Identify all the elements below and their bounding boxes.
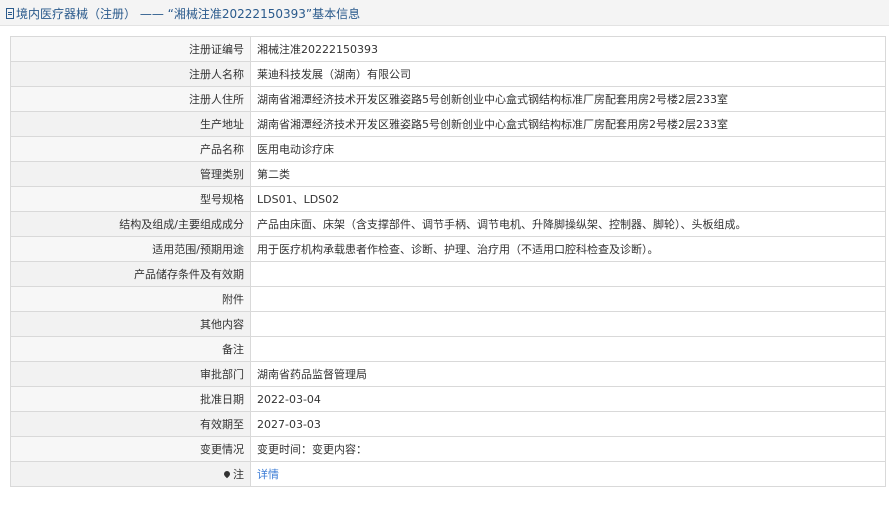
table-row: 注册人名称 莱迪科技发展（湖南）有限公司 (10, 61, 886, 87)
table-row: 结构及组成/主要组成成分 产品由床面、床架（含支撑部件、调节手柄、调节电机、升降脚… (10, 211, 886, 237)
field-value (250, 311, 886, 337)
table-row: 有效期至 2027-03-03 (10, 411, 886, 437)
field-value: 湖南省湘潭经济技术开发区雅姿路5号创新创业中心盒式钢结构标准厂房配套用房2号楼2… (250, 86, 886, 112)
breadcrumb-separator: —— (139, 7, 164, 21)
table-row: 其他内容 (10, 311, 886, 337)
field-value (250, 336, 886, 362)
field-label: 产品储存条件及有效期 (10, 261, 251, 287)
table-row: 备注 (10, 336, 886, 362)
field-label: 适用范围/预期用途 (10, 236, 251, 262)
note-label: 注 (233, 468, 244, 481)
table-row: 审批部门 湖南省药品监督管理局 (10, 361, 886, 387)
breadcrumb: 境内医疗器械（注册） —— “湘械注准20222150393”基本信息 (6, 5, 360, 22)
field-value: 产品由床面、床架（含支撑部件、调节手柄、调节电机、升降脚操纵架、控制器、脚轮）、… (250, 211, 886, 237)
field-label: 注册证编号 (10, 36, 251, 62)
field-label: 其他内容 (10, 311, 251, 337)
field-value: LDS01、LDS02 (250, 186, 886, 212)
field-label: 注册人名称 (10, 61, 251, 87)
field-label: 有效期至 (10, 411, 251, 437)
detail-link[interactable]: 详情 (257, 468, 279, 481)
field-label: 注册人住所 (10, 86, 251, 112)
field-label: 批准日期 (10, 386, 251, 412)
note-value-cell: 详情 (250, 461, 886, 487)
table-row: 批准日期 2022-03-04 (10, 386, 886, 412)
note-row: 注 详情 (10, 461, 886, 487)
field-value: 莱迪科技发展（湖南）有限公司 (250, 61, 886, 87)
field-value: 变更时间：变更内容： (250, 436, 886, 462)
table-row: 适用范围/预期用途 用于医疗机构承载患者作检查、诊断、护理、治疗用（不适用口腔科检… (10, 236, 886, 262)
breadcrumb-category[interactable]: 境内医疗器械（注册） (16, 7, 136, 21)
field-value: 2027-03-03 (250, 411, 886, 437)
table-row: 变更情况 变更时间：变更内容： (10, 436, 886, 462)
field-label: 产品名称 (10, 136, 251, 162)
field-value: 医用电动诊疗床 (250, 136, 886, 162)
page-title: “湘械注准20222150393”基本信息 (167, 7, 361, 21)
field-label: 生产地址 (10, 111, 251, 137)
field-label: 附件 (10, 286, 251, 312)
pin-icon (222, 469, 232, 479)
field-value: 湘械注准20222150393 (250, 36, 886, 62)
table-row: 附件 (10, 286, 886, 312)
table-row: 注册人住所 湖南省湘潭经济技术开发区雅姿路5号创新创业中心盒式钢结构标准厂房配套用… (10, 86, 886, 112)
table-row: 管理类别 第二类 (10, 161, 886, 187)
field-label: 结构及组成/主要组成成分 (10, 211, 251, 237)
field-value: 湖南省湘潭经济技术开发区雅姿路5号创新创业中心盒式钢结构标准厂房配套用房2号楼2… (250, 111, 886, 137)
table-row: 注册证编号 湘械注准20222150393 (10, 36, 886, 62)
field-value: 第二类 (250, 161, 886, 187)
field-label: 备注 (10, 336, 251, 362)
field-value (250, 261, 886, 287)
field-label: 审批部门 (10, 361, 251, 387)
note-label-cell: 注 (10, 461, 251, 487)
table-row: 产品储存条件及有效期 (10, 261, 886, 287)
field-value: 湖南省药品监督管理局 (250, 361, 886, 387)
field-label: 型号规格 (10, 186, 251, 212)
document-icon (6, 8, 14, 19)
registration-info-table: 注册证编号 湘械注准20222150393 注册人名称 莱迪科技发展（湖南）有限公司… (10, 36, 886, 487)
field-value: 2022-03-04 (250, 386, 886, 412)
field-label: 变更情况 (10, 436, 251, 462)
table-row: 生产地址 湖南省湘潭经济技术开发区雅姿路5号创新创业中心盒式钢结构标准厂房配套用房… (10, 111, 886, 137)
title-bar: 境内医疗器械（注册） —— “湘械注准20222150393”基本信息 (0, 0, 889, 26)
field-value: 用于医疗机构承载患者作检查、诊断、护理、治疗用（不适用口腔科检查及诊断）。 (250, 236, 886, 262)
field-label: 管理类别 (10, 161, 251, 187)
field-value (250, 286, 886, 312)
table-row: 产品名称 医用电动诊疗床 (10, 136, 886, 162)
table-row: 型号规格 LDS01、LDS02 (10, 186, 886, 212)
